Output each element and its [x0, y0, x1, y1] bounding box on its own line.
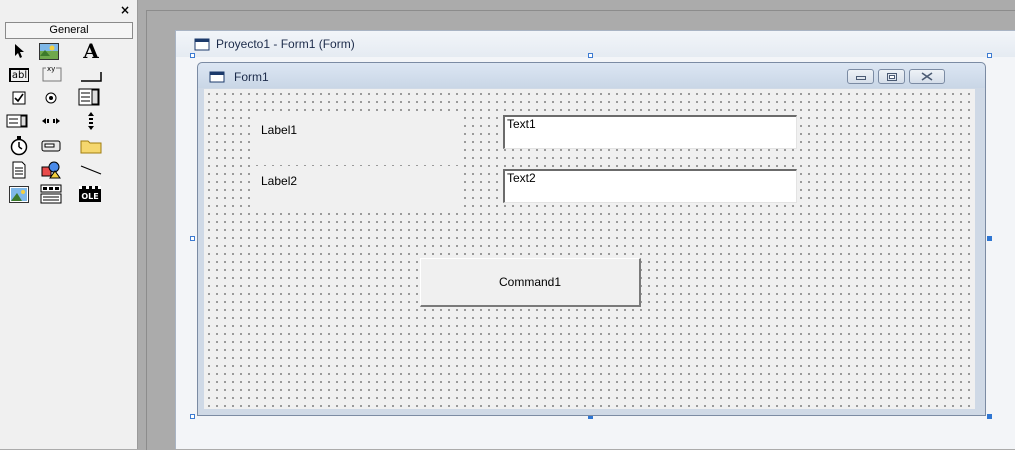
resize-handle-left: [190, 236, 195, 241]
label1[interactable]: Label1: [252, 115, 462, 159]
close-button[interactable]: [909, 69, 945, 84]
line-icon[interactable]: [80, 159, 102, 181]
text2-value: Text2: [507, 171, 536, 185]
timer-icon[interactable]: [8, 135, 30, 157]
text1-value: Text1: [507, 117, 536, 131]
close-icon[interactable]: ×: [118, 4, 132, 16]
shape-icon[interactable]: [40, 159, 62, 181]
label2-caption: Label2: [261, 174, 298, 188]
resize-handle-top-left: [190, 53, 195, 58]
vscrollbar-icon[interactable]: [80, 110, 102, 132]
toolbox-tab-general[interactable]: General: [5, 22, 133, 39]
pointer-icon[interactable]: [8, 40, 30, 62]
form1-title: Form1: [234, 70, 269, 84]
frame-icon[interactable]: xy: [41, 62, 63, 84]
svg-text:xy: xy: [47, 65, 55, 73]
resize-handle-right[interactable]: [987, 236, 992, 241]
text2-textbox[interactable]: Text2: [503, 169, 797, 203]
label2[interactable]: Label2: [252, 166, 462, 210]
toolbox-panel: × General A abl xy OLE: [0, 0, 138, 449]
drivelistbox-icon[interactable]: [40, 135, 62, 157]
filelistbox-icon[interactable]: [8, 159, 30, 181]
listbox-icon[interactable]: [6, 110, 28, 132]
optionbutton-icon[interactable]: [40, 87, 62, 109]
data-icon[interactable]: [40, 183, 62, 205]
form-designer-title: Proyecto1 - Form1 (Form): [216, 37, 355, 51]
minimize-icon: [855, 75, 866, 80]
form1-icon: [209, 71, 225, 86]
form1-window: Form1 Label1 Label2 Text1 Text2 Command1: [197, 62, 986, 416]
label1-caption: Label1: [261, 123, 298, 137]
hscrollbar-icon[interactable]: [40, 110, 62, 132]
command1-button[interactable]: Command1: [420, 258, 641, 307]
maximize-icon: [886, 72, 897, 81]
ole-icon[interactable]: OLE: [79, 183, 101, 205]
resize-handle-top-right: [987, 53, 992, 58]
form-designer-titlebar[interactable]: Proyecto1 - Form1 (Form): [176, 31, 1015, 57]
form1-titlebar[interactable]: Form1: [198, 63, 985, 88]
checkbox-icon[interactable]: [8, 87, 30, 109]
image-icon[interactable]: [8, 183, 30, 205]
textbox-icon[interactable]: abl: [8, 64, 30, 86]
close-icon: [921, 72, 933, 81]
resize-handle-bottom-left: [190, 414, 195, 419]
text1-textbox[interactable]: Text1: [503, 115, 797, 149]
resize-handle-top: [588, 53, 593, 58]
label-icon[interactable]: A: [80, 39, 102, 63]
combobox-icon[interactable]: [78, 86, 100, 108]
form1-design-surface[interactable]: Label1 Label2 Text1 Text2 Command1: [204, 89, 975, 409]
dirlistbox-icon[interactable]: [80, 135, 102, 157]
form-window-icon: [194, 38, 210, 54]
minimize-button[interactable]: [847, 69, 874, 84]
resize-handle-bottom-right[interactable]: [987, 414, 992, 419]
maximize-button[interactable]: [878, 69, 905, 84]
picturebox-icon[interactable]: [38, 40, 60, 62]
commandbutton-icon[interactable]: [80, 64, 102, 86]
